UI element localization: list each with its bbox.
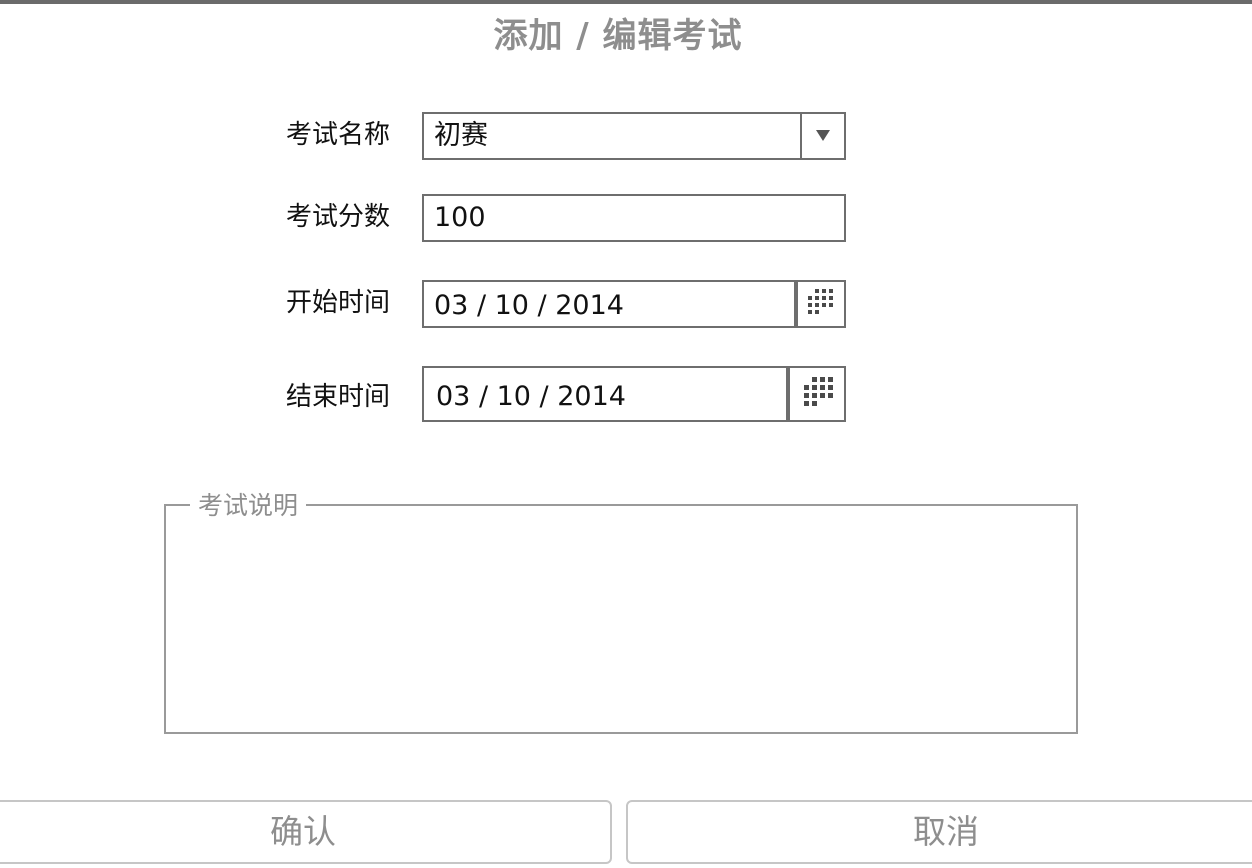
- exam-description-legend: 考试说明: [190, 490, 307, 522]
- dialog-title: 添加 / 编辑考试: [493, 16, 743, 56]
- start-time-input[interactable]: 03 / 10 / 2014: [422, 280, 846, 328]
- cancel-button[interactable]: 取消: [626, 800, 1252, 864]
- exam-description-textarea[interactable]: [164, 504, 1078, 734]
- start-time-calendar-button[interactable]: [796, 282, 844, 326]
- chevron-down-icon: [816, 130, 830, 141]
- end-time-calendar-button[interactable]: [788, 368, 844, 420]
- exam-name-select[interactable]: 初赛: [422, 112, 846, 160]
- end-time-value: 03 / 10 / 2014: [436, 381, 626, 412]
- calendar-icon: [801, 377, 835, 411]
- exam-score-value: 100: [434, 202, 486, 233]
- calendar-icon: [807, 289, 835, 317]
- exam-score-label: 考试分数: [286, 202, 391, 232]
- start-time-label: 开始时间: [286, 288, 391, 318]
- exam-score-input[interactable]: 100: [422, 194, 846, 242]
- exam-name-dropdown-button[interactable]: [800, 114, 844, 158]
- top-border-line: [0, 0, 1252, 4]
- exam-name-label: 考试名称: [286, 120, 391, 150]
- start-time-value: 03 / 10 / 2014: [434, 290, 624, 321]
- end-time-input[interactable]: 03 / 10 / 2014: [422, 366, 846, 422]
- exam-name-value: 初赛: [434, 120, 488, 151]
- confirm-button[interactable]: 确认: [0, 800, 612, 864]
- end-time-label: 结束时间: [286, 382, 391, 412]
- exam-edit-dialog: 添加 / 编辑考试 考试名称 初赛 考试分数 100 开始时间 03 / 10 …: [0, 0, 1252, 868]
